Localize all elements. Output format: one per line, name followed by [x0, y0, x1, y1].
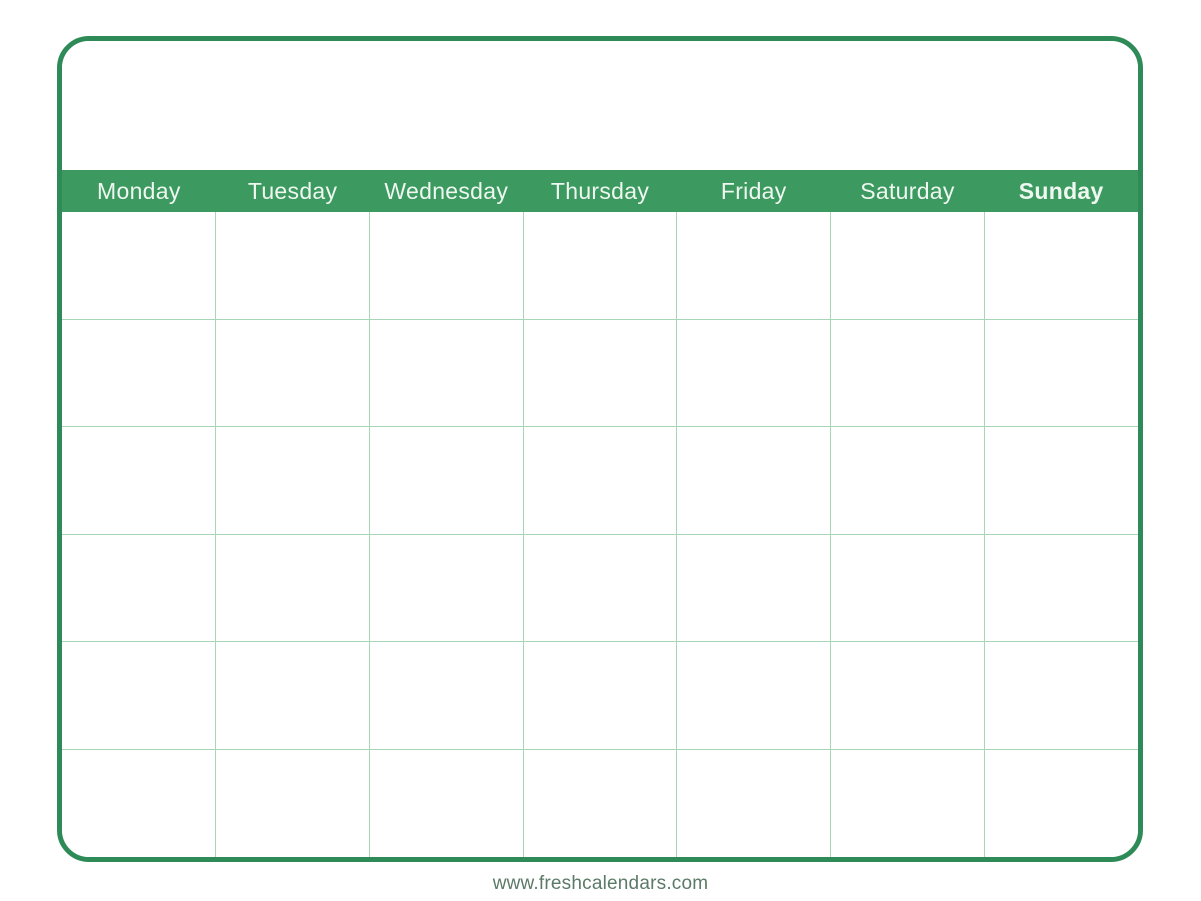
calendar-day-cell[interactable]	[831, 749, 986, 857]
weekday-header-monday: Monday	[97, 178, 181, 204]
calendar-day-cell[interactable]	[985, 427, 1138, 534]
calendar-week-row	[62, 319, 1138, 427]
calendar-day-cell[interactable]	[62, 534, 216, 641]
weekday-header-row: Monday Tuesday Wednesday Thursday Friday…	[62, 170, 1138, 212]
calendar-day-cell[interactable]	[62, 319, 216, 426]
calendar-day-cell[interactable]	[216, 642, 370, 749]
calendar-week-row	[62, 212, 1138, 320]
calendar-day-cell[interactable]	[985, 320, 1138, 427]
calendar-day-cell[interactable]	[985, 212, 1138, 319]
calendar-day-cell[interactable]	[677, 749, 832, 857]
calendar-day-cell[interactable]	[216, 427, 370, 534]
calendar-day-cell[interactable]	[62, 427, 216, 534]
calendar-day-cell[interactable]	[985, 750, 1138, 858]
weekday-header-friday: Friday	[720, 178, 787, 204]
calendar-day-cell[interactable]	[524, 642, 678, 749]
calendar-day-cell[interactable]	[370, 427, 524, 534]
calendar-day-cell[interactable]	[216, 749, 370, 857]
calendar-day-cell[interactable]	[370, 534, 524, 641]
calendar-day-cell[interactable]	[831, 534, 986, 641]
calendar-week-row	[62, 534, 1138, 642]
weekday-header-wednesday: Wednesday	[384, 178, 509, 204]
calendar-day-cell[interactable]	[677, 319, 832, 426]
calendar-week-row	[62, 642, 1138, 750]
calendar-day-cell[interactable]	[524, 212, 678, 319]
calendar-day-cell[interactable]	[524, 749, 678, 857]
calendar-page: Monday Tuesday Wednesday Thursday Friday…	[0, 0, 1201, 901]
month-title-area[interactable]	[62, 41, 1138, 170]
calendar-day-cell[interactable]	[985, 642, 1138, 749]
calendar-grid	[62, 212, 1138, 857]
calendar-day-cell[interactable]	[831, 427, 986, 534]
calendar-day-cell[interactable]	[677, 642, 832, 749]
footer-website-credit: www.freshcalendars.com	[492, 872, 709, 894]
calendar-day-cell[interactable]	[524, 427, 678, 534]
calendar-day-cell[interactable]	[62, 749, 216, 857]
weekday-header-sunday: Sunday	[1018, 178, 1104, 204]
calendar-day-cell[interactable]	[62, 212, 216, 319]
calendar-day-cell[interactable]	[216, 319, 370, 426]
calendar-day-cell[interactable]	[370, 319, 524, 426]
calendar-day-cell[interactable]	[985, 535, 1138, 642]
calendar-day-cell[interactable]	[370, 642, 524, 749]
calendar-day-cell[interactable]	[831, 319, 986, 426]
calendar-day-cell[interactable]	[677, 427, 832, 534]
calendar-day-cell[interactable]	[524, 319, 678, 426]
weekday-header-thursday: Thursday	[550, 178, 650, 204]
calendar-day-cell[interactable]	[216, 212, 370, 319]
calendar-frame: Monday Tuesday Wednesday Thursday Friday…	[57, 36, 1143, 862]
calendar-day-cell[interactable]	[677, 534, 832, 641]
weekday-header-saturday: Saturday	[860, 178, 955, 204]
calendar-week-row	[62, 749, 1138, 858]
month-title-text	[62, 41, 1138, 170]
weekday-header-tuesday: Tuesday	[247, 178, 338, 204]
calendar-day-cell[interactable]	[370, 749, 524, 857]
calendar-week-row	[62, 427, 1138, 535]
calendar-day-cell[interactable]	[524, 534, 678, 641]
calendar-day-cell[interactable]	[677, 212, 832, 319]
calendar-day-cell[interactable]	[216, 534, 370, 641]
calendar-day-cell[interactable]	[831, 642, 986, 749]
calendar-day-cell[interactable]	[831, 212, 986, 319]
calendar-day-cell[interactable]	[62, 642, 216, 749]
calendar-day-cell[interactable]	[370, 212, 524, 319]
